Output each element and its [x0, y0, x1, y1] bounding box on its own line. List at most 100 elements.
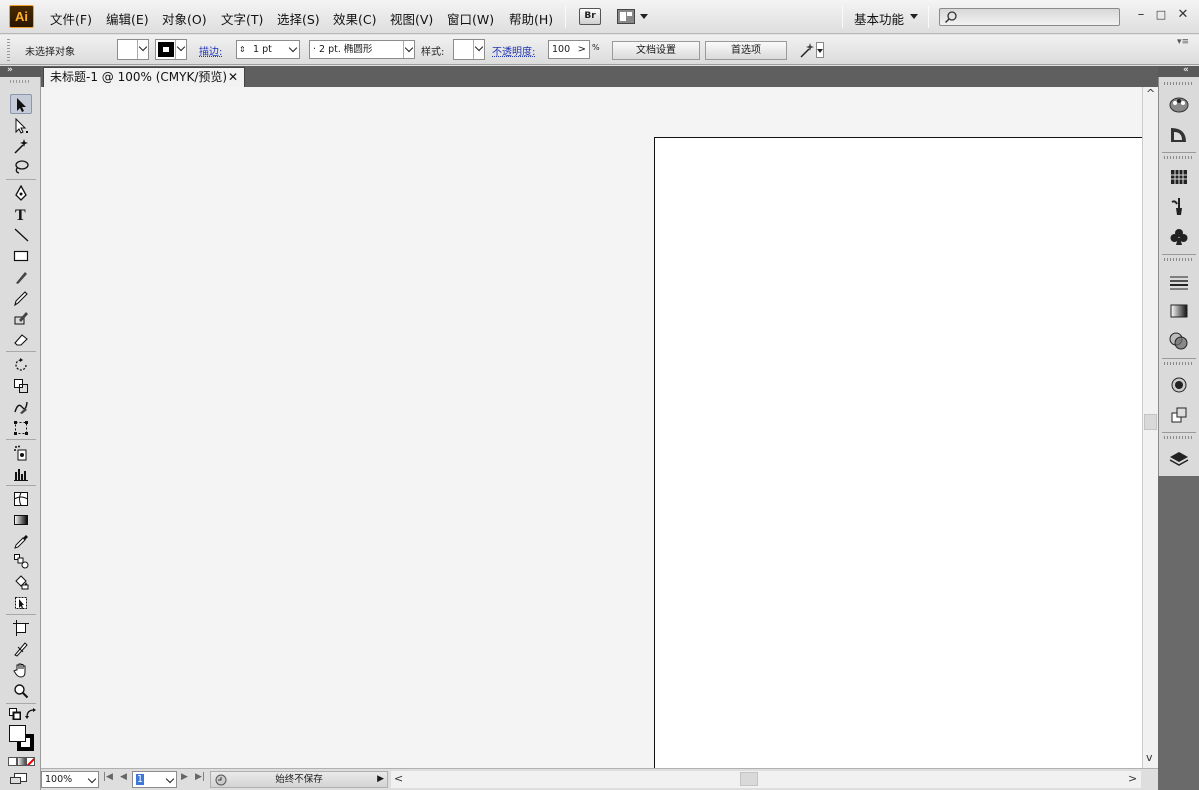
- dock-collapse-strip[interactable]: [1158, 66, 1199, 77]
- graphic-style-dropdown[interactable]: [453, 39, 485, 60]
- gradient-panel-button[interactable]: [1168, 300, 1190, 322]
- lasso-tool[interactable]: [10, 157, 32, 177]
- zoom-level-dropdown[interactable]: 100%: [41, 771, 99, 788]
- collapse-icon[interactable]: «: [1183, 65, 1189, 75]
- stroke-panel-link[interactable]: 描边:: [199, 43, 222, 58]
- appearance-panel-button[interactable]: [1168, 374, 1190, 396]
- stroke-panel-button[interactable]: [1168, 271, 1190, 293]
- close-window-button[interactable]: ✕: [1176, 8, 1190, 22]
- magic-wand-tool[interactable]: [10, 136, 32, 156]
- preferences-button[interactable]: 首选项: [705, 41, 787, 60]
- mesh-tool[interactable]: [10, 489, 32, 509]
- symbol-sprayer-tool[interactable]: [10, 443, 32, 463]
- color-panel-button[interactable]: [1168, 93, 1190, 115]
- direct-selection-tool[interactable]: [10, 116, 32, 136]
- gradient-mode-button[interactable]: [17, 757, 26, 766]
- status-menu-arrow-icon[interactable]: ▶: [377, 772, 384, 787]
- first-artboard-icon[interactable]: |◀: [103, 772, 113, 782]
- free-transform-tool[interactable]: [10, 418, 32, 438]
- menu-window[interactable]: 窗口(W): [447, 9, 494, 28]
- previous-artboard-icon[interactable]: ◀: [120, 772, 127, 782]
- expand-icon[interactable]: »: [7, 65, 13, 75]
- swap-colors-icon[interactable]: [25, 708, 37, 720]
- opacity-panel-link[interactable]: 不透明度:: [492, 43, 535, 58]
- panel-grip[interactable]: [10, 80, 30, 83]
- stroke-weight-field[interactable]: ⇕ 1 pt: [236, 40, 300, 59]
- stepper-icon[interactable]: ⇕: [239, 41, 246, 58]
- fill-color-box[interactable]: [9, 725, 26, 742]
- canvas-area[interactable]: [41, 87, 1142, 768]
- warp-tool[interactable]: [10, 397, 32, 417]
- type-tool[interactable]: T: [10, 204, 32, 224]
- menu-select[interactable]: 选择(S): [277, 9, 320, 28]
- color-guide-panel-button[interactable]: [1168, 124, 1190, 146]
- pen-tool[interactable]: [10, 183, 32, 203]
- blend-tool[interactable]: [10, 551, 32, 571]
- minimize-button[interactable]: –: [1134, 8, 1148, 22]
- menu-type[interactable]: 文字(T): [221, 9, 263, 28]
- document-setup-button[interactable]: 文档设置: [612, 41, 700, 60]
- search-input[interactable]: [939, 8, 1120, 26]
- scale-tool[interactable]: [10, 376, 32, 396]
- scroll-right-icon[interactable]: >: [1128, 772, 1137, 785]
- pencil-tool[interactable]: [10, 288, 32, 308]
- arrange-documents-icon[interactable]: [617, 9, 635, 24]
- menu-file[interactable]: 文件(F): [50, 9, 92, 28]
- vertical-scroll-thumb[interactable]: [1144, 414, 1157, 430]
- zoom-tool[interactable]: [10, 681, 32, 701]
- scroll-down-icon[interactable]: v: [1146, 751, 1153, 764]
- chevron-down-icon[interactable]: [910, 14, 918, 19]
- isolate-selection-button[interactable]: [797, 40, 825, 60]
- panel-grip[interactable]: [7, 39, 10, 61]
- hand-tool[interactable]: [10, 660, 32, 680]
- stroke-color-dropdown[interactable]: [155, 39, 187, 60]
- maximize-button[interactable]: □: [1154, 8, 1168, 22]
- bridge-button[interactable]: Br: [579, 8, 601, 25]
- panel-grip[interactable]: [1164, 156, 1194, 159]
- eyedropper-tool[interactable]: [10, 531, 32, 551]
- line-segment-tool[interactable]: [10, 225, 32, 245]
- panel-menu-icon[interactable]: ▾≡: [1177, 37, 1189, 47]
- eraser-tool[interactable]: [10, 329, 32, 349]
- chevron-down-icon[interactable]: [640, 14, 648, 19]
- menu-help[interactable]: 帮助(H): [509, 9, 553, 28]
- panel-grip[interactable]: [1164, 362, 1194, 365]
- menu-view[interactable]: 视图(V): [390, 9, 433, 28]
- menu-effect[interactable]: 效果(C): [333, 9, 376, 28]
- rectangle-tool[interactable]: [10, 246, 32, 266]
- paintbrush-tool[interactable]: [10, 267, 32, 287]
- status-menu[interactable]: 始终不保存 ▶: [210, 771, 388, 788]
- workspace-switcher[interactable]: 基本功能: [854, 9, 904, 28]
- graphic-styles-panel-button[interactable]: [1168, 404, 1190, 426]
- layers-panel-button[interactable]: [1168, 448, 1190, 470]
- close-tab-icon[interactable]: ✕: [228, 68, 238, 86]
- selection-tool[interactable]: [10, 94, 32, 114]
- screen-mode-icon[interactable]: [10, 773, 30, 785]
- transparency-panel-button[interactable]: [1168, 330, 1190, 352]
- gradient-tool[interactable]: [10, 510, 32, 530]
- artboard-number-field[interactable]: 1: [132, 771, 177, 788]
- default-colors-icon[interactable]: [9, 708, 21, 720]
- fill-color-dropdown[interactable]: [117, 39, 149, 60]
- none-mode-button[interactable]: [26, 757, 35, 766]
- live-paint-bucket-tool[interactable]: [10, 572, 32, 592]
- next-artboard-icon[interactable]: ▶: [181, 772, 188, 782]
- document-tab[interactable]: 未标题-1 @ 100% (CMYK/预览) ✕: [43, 67, 245, 87]
- menu-object[interactable]: 对象(O): [162, 9, 207, 28]
- panel-grip[interactable]: [1164, 258, 1194, 261]
- color-mode-button[interactable]: [8, 757, 17, 766]
- symbols-panel-button[interactable]: [1168, 226, 1190, 248]
- menu-edit[interactable]: 编辑(E): [106, 9, 149, 28]
- artboard-tool[interactable]: [10, 618, 32, 638]
- last-artboard-icon[interactable]: ▶|: [195, 772, 205, 782]
- slice-tool[interactable]: [10, 639, 32, 659]
- opacity-field[interactable]: 100 >: [548, 40, 590, 59]
- panel-grip[interactable]: [1164, 436, 1194, 439]
- blob-brush-tool[interactable]: [10, 308, 32, 328]
- live-paint-selection-tool[interactable]: [10, 593, 32, 613]
- brushes-panel-button[interactable]: [1168, 196, 1190, 218]
- horizontal-scrollbar[interactable]: < >: [391, 771, 1141, 788]
- swatches-panel-button[interactable]: [1168, 166, 1190, 188]
- artboard[interactable]: [654, 137, 1142, 768]
- brush-profile-dropdown[interactable]: · 2 pt. 椭圆形: [309, 40, 415, 59]
